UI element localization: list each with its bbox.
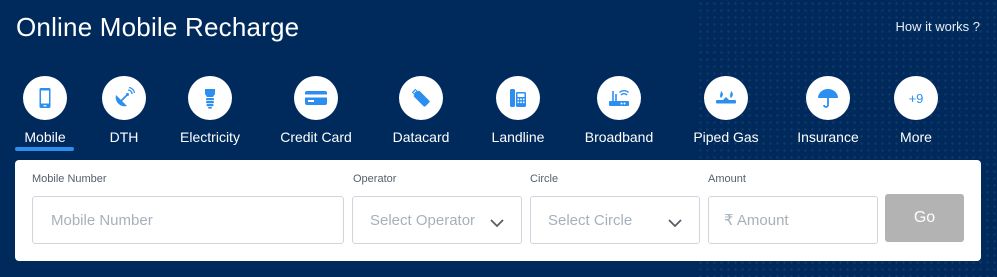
circle-label: Circle [530,173,559,185]
mobile-number-input[interactable]: Mobile Number [32,196,344,244]
category-broadband[interactable]: Broadband [574,76,664,146]
chevron-down-icon [668,215,682,232]
how-it-works-link[interactable]: How it works ? [895,19,980,34]
category-more[interactable]: +9 More [871,76,961,146]
category-label: Broadband [584,129,654,145]
category-electricity[interactable]: Electricity [165,76,255,146]
bulb-icon [188,76,232,120]
category-label: DTH [109,129,139,145]
category-label: Electricity [180,129,240,145]
active-tab-indicator [15,147,74,151]
operator-select[interactable]: Select Operator [352,196,522,244]
mobile-number-placeholder: Mobile Number [51,211,153,229]
more-icon: +9 [894,76,938,120]
circle-select[interactable]: Select Circle [530,196,700,244]
category-piped-gas[interactable]: Piped Gas [681,76,771,146]
category-landline[interactable]: Landline [473,76,563,146]
category-label: Credit Card [280,129,352,145]
satellite-dish-icon [102,76,146,120]
router-icon [597,76,641,120]
category-label: Datacard [392,129,450,145]
category-label: Landline [491,129,545,145]
category-label: Mobile [24,129,66,145]
gas-flame-icon [704,76,748,120]
amount-label: Amount [708,173,746,185]
mobile-number-label: Mobile Number [32,173,107,185]
category-label: Piped Gas [693,129,759,145]
operator-label: Operator [353,173,397,185]
umbrella-icon [806,76,850,120]
category-label: More [900,129,932,145]
page-title: Online Mobile Recharge [16,12,300,42]
credit-card-icon [294,76,338,120]
operator-placeholder: Select Operator [370,211,476,229]
mobile-icon [23,76,67,120]
usb-datacard-icon [399,76,443,120]
recharge-form: Mobile Number Mobile Number Operator Sel… [15,160,981,261]
amount-placeholder: ₹ Amount [724,212,789,229]
category-credit-card[interactable]: Credit Card [271,76,361,146]
category-datacard[interactable]: Datacard [376,76,466,146]
more-count-badge: +9 [908,90,924,106]
amount-input[interactable]: ₹ Amount [708,196,878,244]
chevron-down-icon [490,215,504,232]
landline-phone-icon [496,76,540,120]
category-insurance[interactable]: Insurance [783,76,873,146]
go-button[interactable]: Go [885,194,964,242]
category-mobile[interactable]: Mobile [0,76,90,146]
category-label: Insurance [797,129,859,145]
circle-placeholder: Select Circle [548,211,633,229]
category-dth[interactable]: DTH [79,76,169,146]
